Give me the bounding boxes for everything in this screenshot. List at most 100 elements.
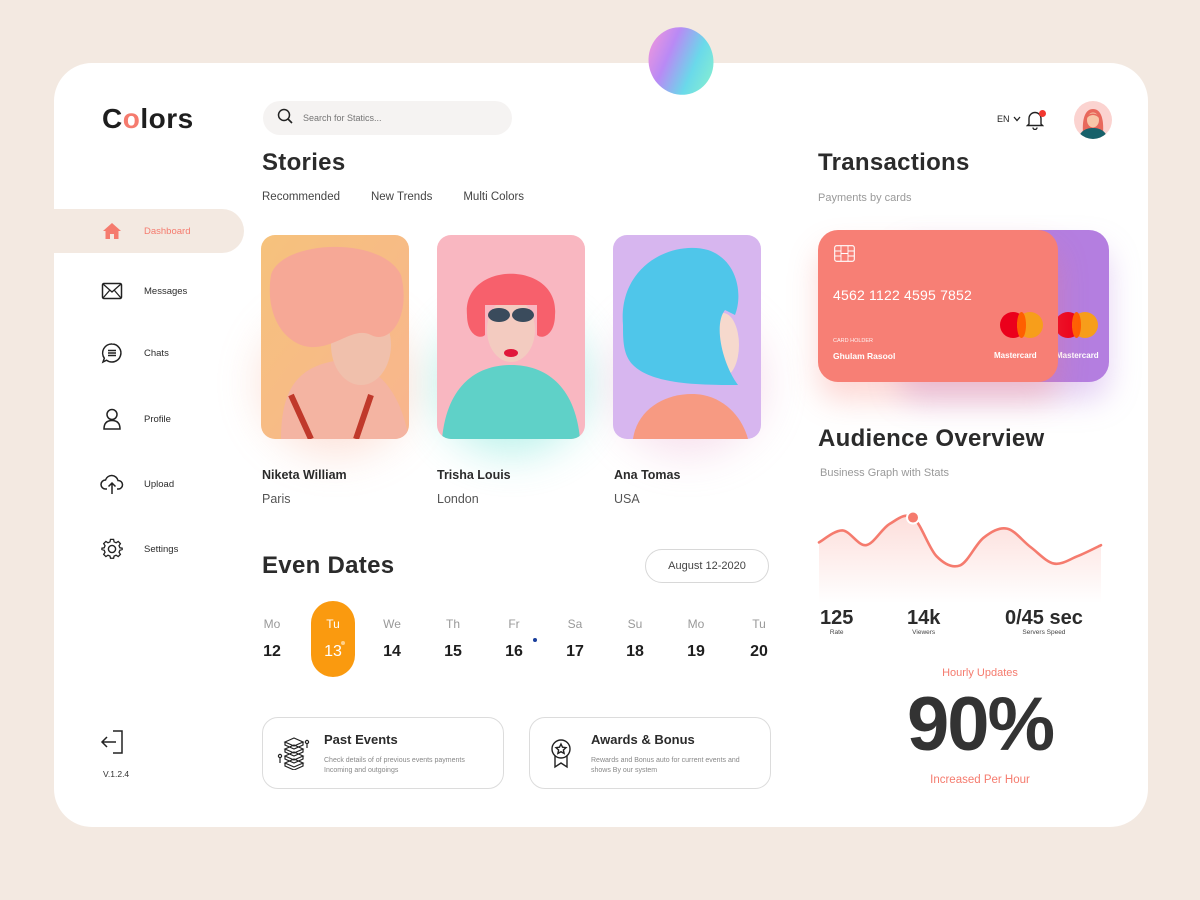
app-logo: Colors [102, 103, 194, 134]
sidebar-item-label: Settings [144, 543, 179, 555]
stat-servers-speed: 0/45 sec Servers Speed [1005, 607, 1083, 636]
stat-label: Rate [829, 629, 844, 636]
mastercard-logo-icon [1055, 312, 1098, 338]
story-card-trisha[interactable] [437, 235, 585, 439]
day-name: Sa [567, 617, 583, 631]
story-name: Trisha Louis [437, 468, 511, 482]
chip-icon [834, 245, 855, 262]
date-14[interactable]: We 14 [370, 601, 414, 677]
stack-icon [277, 736, 311, 771]
event-indicator-dot [533, 638, 537, 642]
audience-line-chart [817, 510, 1103, 603]
tab-multi-colors[interactable]: Multi Colors [463, 191, 524, 203]
day-number: 19 [687, 643, 705, 660]
story-name: Ana Tomas [614, 468, 681, 482]
mastercard-logo-icon [1000, 312, 1043, 338]
story-city: USA [614, 492, 640, 506]
cloud-upload-icon [100, 472, 124, 496]
search-input[interactable] [303, 113, 483, 123]
hourly-updates-label: Hourly Updates [942, 667, 1018, 679]
day-name: Fr [508, 617, 520, 631]
story-image [613, 235, 761, 439]
sidebar-item-messages[interactable]: Messages [54, 269, 244, 313]
user-icon [100, 407, 124, 431]
awards-bonus-card[interactable]: Awards & Bonus Rewards and Bonus auto fo… [529, 717, 771, 789]
stat-value: 14k [907, 607, 941, 629]
date-18[interactable]: Su 18 [613, 601, 657, 677]
mail-icon [100, 279, 124, 303]
notification-bell-icon[interactable] [1025, 110, 1046, 131]
date-15[interactable]: Th 15 [431, 601, 475, 677]
sidebar-item-label: Messages [144, 285, 188, 297]
sidebar-item-label: Profile [144, 413, 171, 425]
date-19[interactable]: Mo 19 [674, 601, 718, 677]
date-20[interactable]: Tu 20 [737, 601, 781, 677]
day-number: 18 [626, 643, 644, 660]
stat-viewers: 14k Viewers [907, 607, 940, 636]
day-name: Mo [263, 617, 281, 631]
stat-value: 125 [820, 607, 854, 629]
day-number: 14 [383, 643, 401, 660]
tab-recommended[interactable]: Recommended [262, 191, 340, 203]
stat-value: 0/45 sec [1005, 607, 1083, 629]
sidebar-item-dashboard[interactable]: Dashboard [54, 209, 244, 253]
logout-icon[interactable] [100, 729, 126, 755]
search-icon [277, 108, 293, 129]
sidebar-item-label: Upload [144, 478, 175, 490]
story-card-niketa[interactable] [261, 235, 409, 439]
card-title: Past Events [324, 732, 398, 747]
sidebar-item-upload[interactable]: Upload [54, 462, 244, 506]
past-events-card[interactable]: Past Events Check details of of previous… [262, 717, 504, 789]
chat-icon [100, 341, 124, 365]
day-name: Th [445, 617, 460, 631]
sidebar-item-chats[interactable]: Chats [54, 331, 244, 375]
story-card-ana[interactable] [613, 235, 761, 439]
card-number: 4562 1122 4595 7852 [833, 287, 973, 303]
even-dates-title: Even Dates [262, 552, 395, 579]
credit-card[interactable]: 4562 1122 4595 7852 CARD HOLDER Ghulam R… [818, 230, 1058, 382]
date-16[interactable]: Fr 16 [492, 601, 537, 677]
date-13[interactable]: Tu 13 [311, 601, 355, 677]
card-title: Awards & Bonus [591, 732, 695, 747]
chevron-down-icon [1013, 114, 1021, 124]
search-bar[interactable] [263, 101, 512, 135]
day-name: Tu [752, 617, 766, 631]
gear-icon [100, 537, 124, 561]
audience-subtitle: Business Graph with Stats [820, 467, 950, 479]
language-selector[interactable]: EN [997, 114, 1021, 124]
chart-highlight-point[interactable] [906, 510, 920, 525]
language-label: EN [997, 114, 1010, 124]
home-icon [100, 219, 124, 243]
story-image [261, 235, 409, 439]
award-icon [544, 736, 578, 770]
tab-new-trends[interactable]: New Trends [371, 191, 432, 203]
day-number: 15 [444, 643, 462, 660]
sidebar-item-settings[interactable]: Settings [54, 527, 244, 571]
hourly-caption: Increased Per Hour [930, 774, 1030, 786]
stories-title: Stories [262, 149, 346, 176]
stat-rate: 125 Rate [820, 607, 853, 636]
card-brand: Mastercard [994, 351, 1037, 360]
day-number: 20 [750, 643, 768, 660]
audience-title: Audience Overview [818, 425, 1045, 452]
day-name: Su [627, 617, 643, 631]
sidebar-item-profile[interactable]: Profile [54, 397, 244, 441]
story-name: Niketa William [262, 468, 347, 482]
stories-tabs: Recommended New Trends Multi Colors [262, 191, 524, 203]
transactions-subtitle: Payments by cards [818, 192, 912, 204]
dashboard-panel: Colors Dashboard Messages Chats Profile … [54, 63, 1148, 827]
app-version: V.1.2.4 [103, 769, 130, 779]
day-number: 16 [505, 643, 523, 660]
day-name: Tu [326, 617, 340, 631]
card-holder-label: CARD HOLDER [833, 338, 874, 344]
user-avatar[interactable] [1074, 101, 1112, 139]
date-12[interactable]: Mo 12 [250, 601, 294, 677]
stat-label: Viewers [912, 629, 936, 636]
sidebar-item-label: Dashboard [144, 225, 191, 237]
date-17[interactable]: Sa 17 [553, 601, 597, 677]
card-brand: Mastercard [1056, 351, 1099, 360]
card-holder-name: Ghulam Rasool [833, 351, 896, 361]
story-city: Paris [262, 492, 291, 506]
date-range-selector[interactable]: August 12-2020 [645, 549, 769, 583]
event-indicator-dot [341, 641, 345, 645]
